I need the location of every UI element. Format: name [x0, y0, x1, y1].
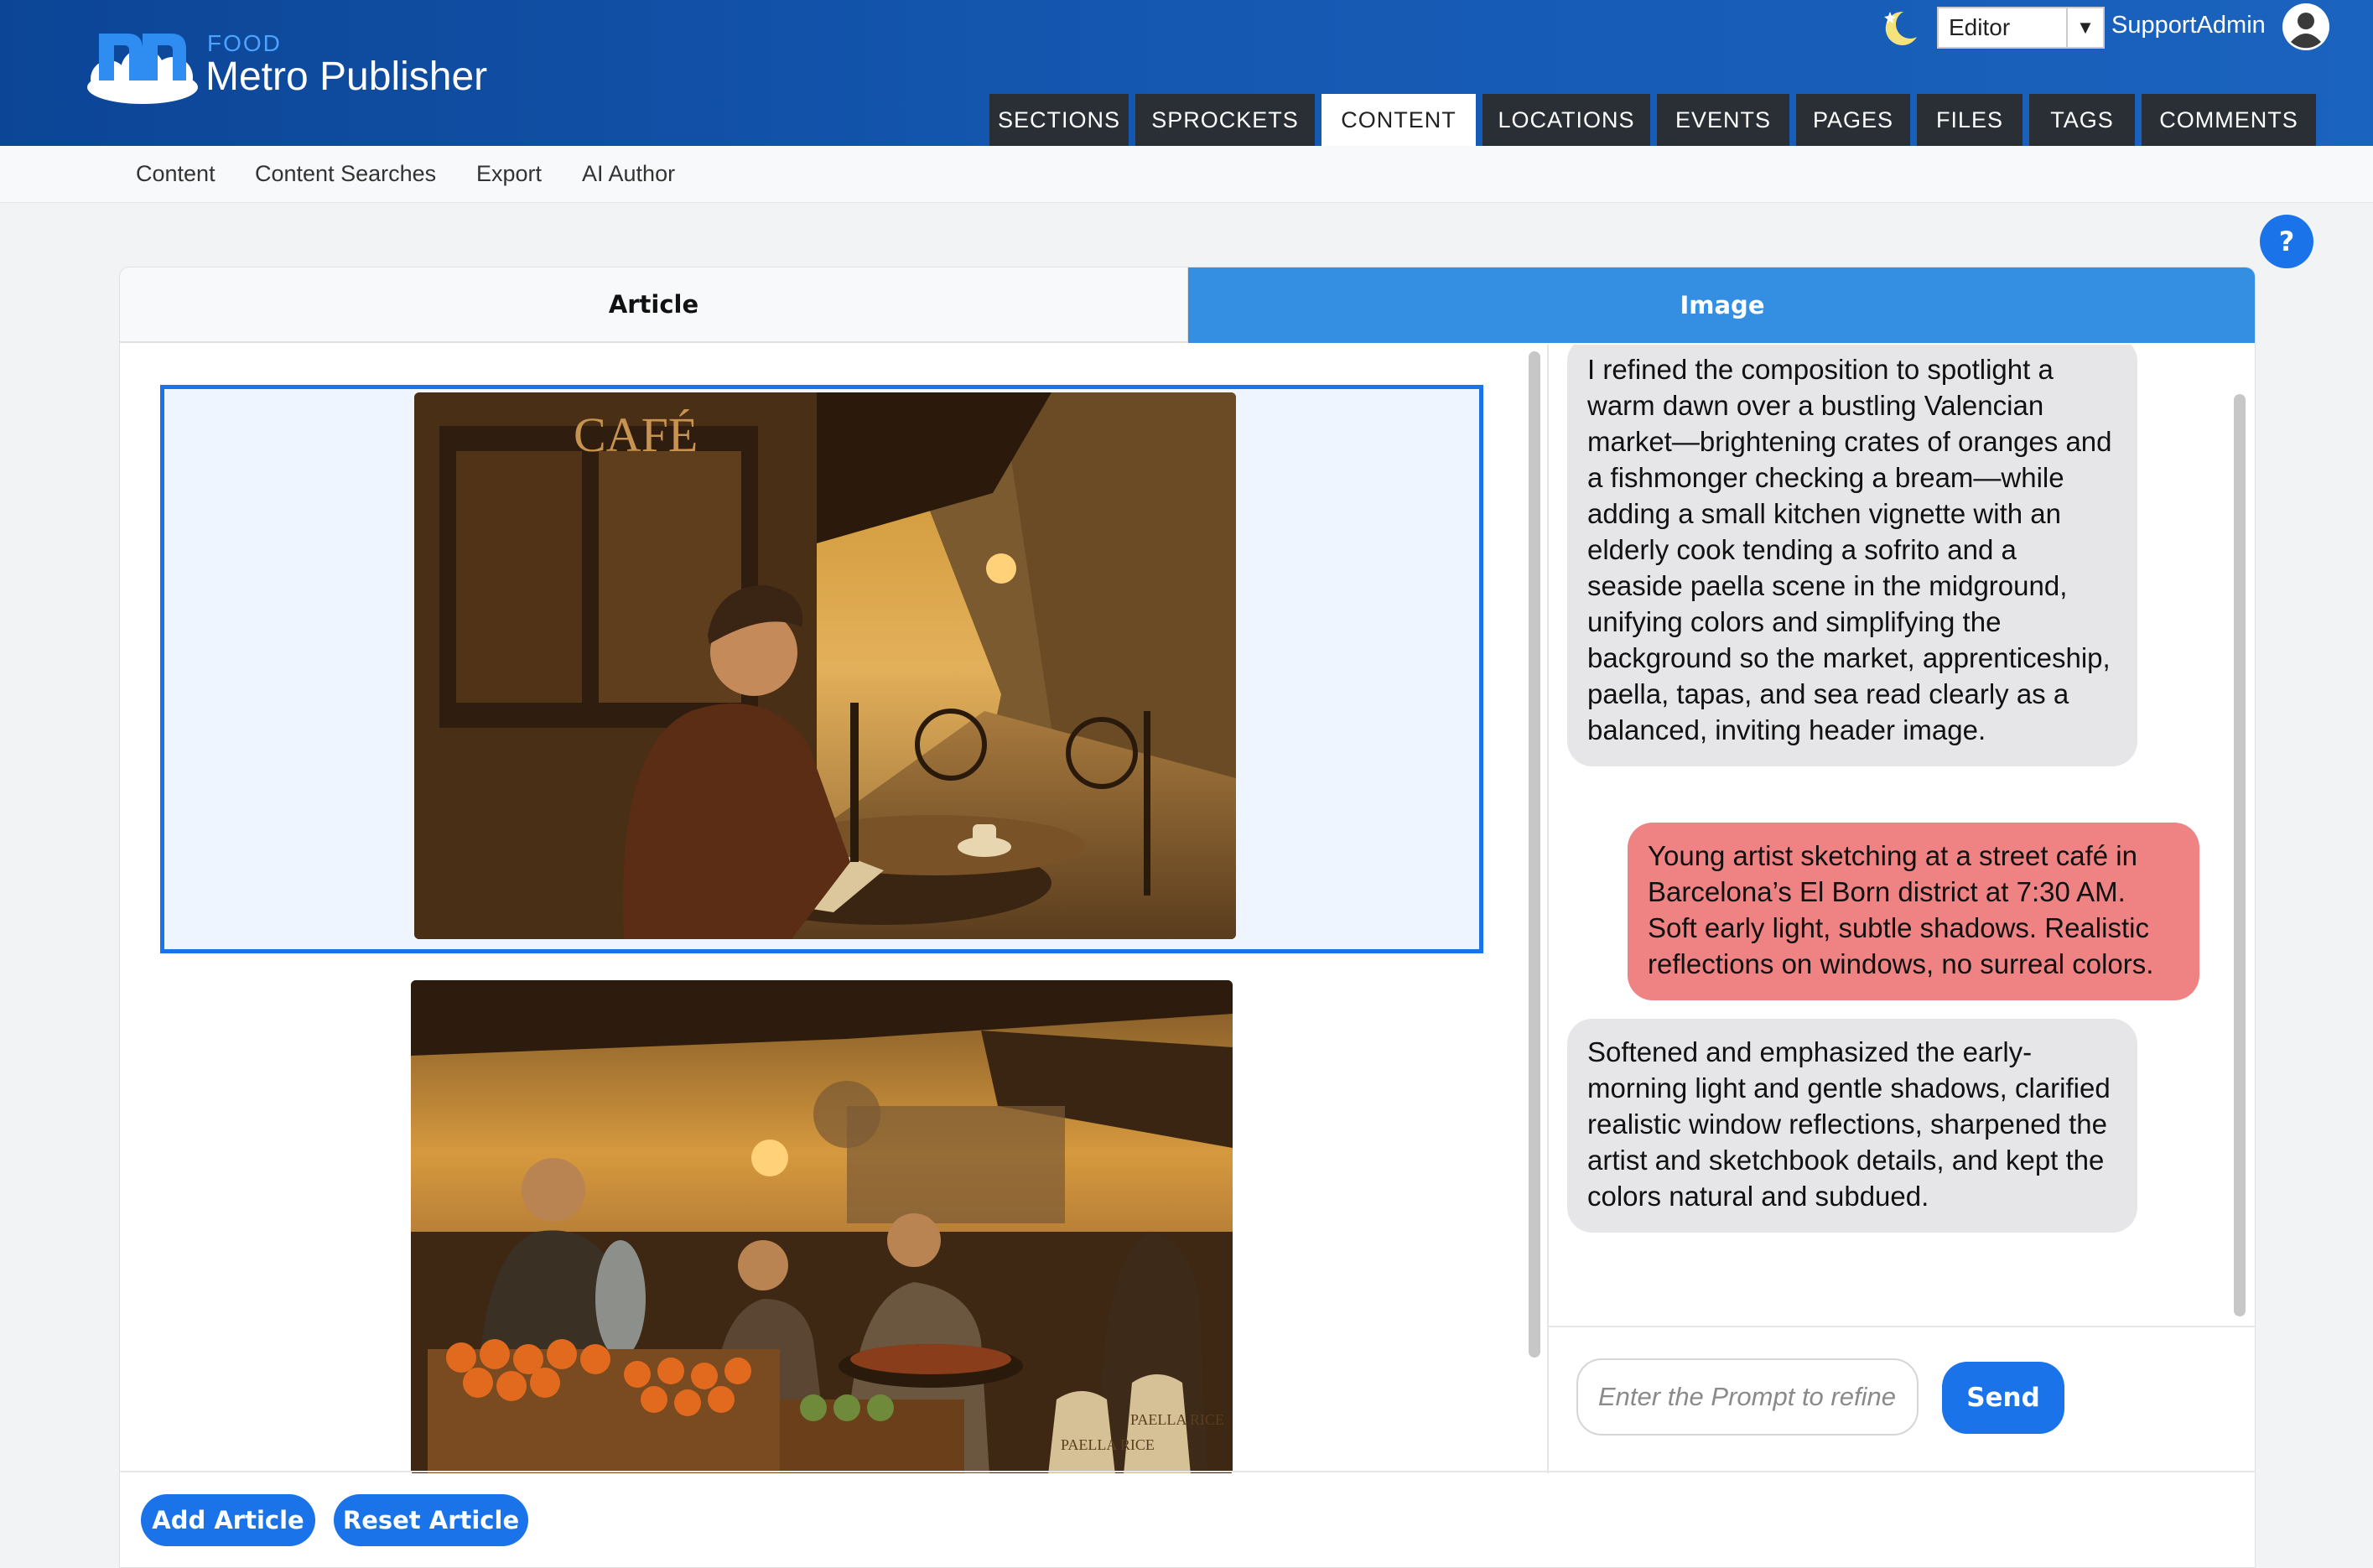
tab-article[interactable]: Article [120, 267, 1188, 343]
dropdown-arrow-icon: ▼ [2066, 8, 2103, 47]
nav-tab-content[interactable]: CONTENT [1322, 94, 1476, 146]
selected-image-frame[interactable]: CAFÉ [160, 385, 1483, 953]
image-gallery: CAFÉ PAELLA RICE PAELLA RICE [120, 345, 1524, 1473]
nav-tab-events[interactable]: EVENTS [1657, 94, 1789, 146]
brand-name[interactable]: Metro Publisher [205, 54, 487, 100]
user-message: Young artist sketching at a street café … [1628, 823, 2199, 1000]
subnav-export[interactable]: Export [476, 161, 542, 187]
sub-navigation: Content Content Searches Export AI Autho… [0, 146, 2373, 203]
send-button[interactable]: Send [1942, 1362, 2064, 1434]
nav-tab-tags[interactable]: TAGS [2029, 94, 2135, 146]
cafe-artist-image[interactable]: CAFÉ [414, 392, 1236, 939]
user-name-link[interactable]: SupportAdmin [2111, 12, 2266, 39]
ai-author-panel: Article Image CAFÉ PAELLA RICE PAELLA RI… [119, 267, 2256, 1568]
nav-tab-comments[interactable]: COMMENTS [2142, 94, 2316, 146]
chat-messages: I refined the composition to spotlight a… [1549, 345, 2255, 1327]
assistant-message: I refined the composition to spotlight a… [1567, 345, 2137, 766]
nav-tab-sprockets[interactable]: SPROCKETS [1135, 94, 1315, 146]
nav-tab-sections[interactable]: SECTIONS [989, 94, 1129, 146]
main-nav-tabs: SECTIONS SPROCKETS CONTENT LOCATIONS EVE… [989, 94, 2316, 146]
paella-sack-label-2: PAELLA RICE [1130, 1411, 1224, 1428]
tab-image[interactable]: Image [1188, 267, 2255, 343]
chat-area: I refined the composition to spotlight a… [1549, 345, 2255, 1473]
add-article-button[interactable]: Add Article [141, 1494, 315, 1546]
subnav-content[interactable]: Content [136, 161, 215, 187]
nav-tab-files[interactable]: FILES [1917, 94, 2023, 146]
subnav-content-searches[interactable]: Content Searches [255, 161, 436, 187]
chat-scrollbar[interactable] [2234, 394, 2246, 1316]
dark-mode-moon-icon[interactable] [1878, 7, 1920, 50]
cafe-sign-text: CAFÉ [574, 408, 698, 462]
assistant-message: Softened and emphasized the early-mornin… [1567, 1019, 2137, 1233]
role-select-value: Editor [1949, 14, 2011, 40]
reset-article-button[interactable]: Reset Article [334, 1494, 528, 1546]
nav-tab-locations[interactable]: LOCATIONS [1482, 94, 1650, 146]
gallery-scrollbar[interactable] [1529, 351, 1540, 1358]
paella-sack-label-1: PAELLA RICE [1061, 1436, 1155, 1453]
metro-publisher-logo-icon[interactable] [84, 22, 201, 106]
market-scene-image[interactable]: PAELLA RICE PAELLA RICE [411, 980, 1233, 1473]
subnav-ai-author[interactable]: AI Author [582, 161, 675, 187]
role-select[interactable]: Editor ▼ [1937, 7, 2105, 49]
help-button[interactable]: ? [2260, 215, 2313, 268]
top-header: FOOD Metro Publisher Editor ▼ SupportAdm… [0, 0, 2373, 146]
nav-tab-pages[interactable]: PAGES [1796, 94, 1910, 146]
prompt-input[interactable] [1576, 1358, 1919, 1436]
user-avatar-icon[interactable] [2281, 2, 2331, 52]
footer-divider [119, 1471, 2256, 1472]
